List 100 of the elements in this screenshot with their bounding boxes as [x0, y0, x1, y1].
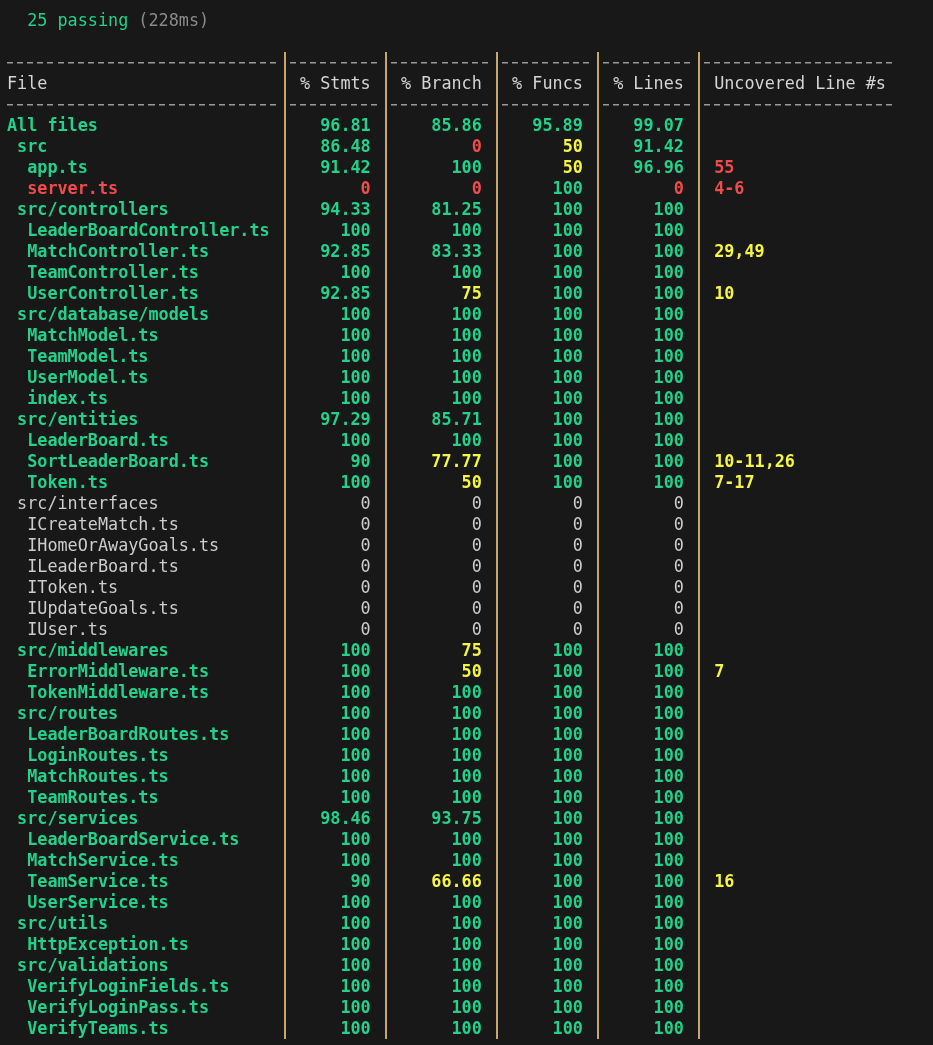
coverage-value: 100 [339, 388, 372, 409]
coverage-value: 100 [450, 787, 483, 808]
coverage-value: 100 [339, 703, 372, 724]
coverage-value: 100 [652, 955, 685, 976]
coverage-value: 100 [652, 661, 685, 682]
file-name: LeaderBoardService.ts [26, 829, 241, 850]
coverage-value: 0 [672, 619, 685, 640]
coverage-value: 100 [450, 955, 483, 976]
coverage-value: 100 [551, 1018, 584, 1039]
coverage-value: 0 [359, 598, 372, 619]
column-header: % Lines [613, 73, 684, 93]
coverage-value: 100 [551, 367, 584, 388]
coverage-value: 50 [561, 157, 584, 178]
coverage-value: 91.42 [319, 157, 372, 178]
file-name: VerifyTeams.ts [26, 1018, 170, 1039]
file-name: UserModel.ts [26, 367, 150, 388]
file-name: IToken.ts [26, 577, 120, 598]
coverage-value: 0 [571, 535, 584, 556]
uncovered-lines: 10-11,26 [714, 451, 795, 471]
coverage-value: 0 [470, 514, 483, 535]
column-header: Uncovered Line #s [714, 73, 886, 93]
file-name: All files [7, 115, 99, 136]
coverage-value: 93.75 [430, 808, 483, 829]
coverage-value: 100 [652, 388, 685, 409]
coverage-value: 66.66 [430, 871, 483, 892]
coverage-value: 100 [339, 262, 372, 283]
coverage-value: 100 [339, 997, 372, 1018]
column-header: % Stmts [299, 73, 371, 93]
coverage-value: 100 [551, 955, 584, 976]
uncovered-lines: 16 [714, 871, 735, 891]
coverage-value: 100 [551, 871, 584, 892]
coverage-value: 100 [551, 304, 584, 325]
uncovered-lines: 4-6 [714, 178, 745, 198]
coverage-value: 99.07 [632, 115, 685, 136]
coverage-value: 0 [672, 178, 685, 199]
coverage-value: 100 [450, 346, 483, 367]
coverage-value: 100 [551, 640, 584, 661]
coverage-value: 100 [450, 682, 483, 703]
file-name: MatchModel.ts [26, 325, 160, 346]
file-name: src/services [16, 808, 140, 829]
coverage-value: 100 [339, 913, 372, 934]
coverage-value: 100 [652, 409, 685, 430]
coverage-value: 100 [551, 787, 584, 808]
coverage-value: 100 [551, 430, 584, 451]
coverage-value: 100 [450, 430, 483, 451]
coverage-value: 100 [450, 745, 483, 766]
coverage-value: 50 [460, 472, 483, 493]
coverage-value: 0 [359, 493, 372, 514]
coverage-value: 100 [652, 1018, 685, 1039]
coverage-value: 100 [551, 472, 584, 493]
coverage-value: 100 [551, 409, 584, 430]
coverage-value: 100 [450, 703, 483, 724]
coverage-value: 100 [652, 997, 685, 1018]
coverage-value: 0 [359, 556, 372, 577]
coverage-value: 0 [359, 535, 372, 556]
coverage-value: 100 [652, 199, 685, 220]
coverage-value: 100 [551, 976, 584, 997]
coverage-value: 0 [672, 535, 685, 556]
coverage-value: 0 [672, 514, 685, 535]
file-name: MatchController.ts [26, 241, 211, 262]
file-name: VerifyLoginFields.ts [26, 976, 231, 997]
file-name: src/utils [16, 913, 110, 934]
coverage-value: 85.71 [430, 409, 483, 430]
coverage-value: 0 [470, 556, 483, 577]
coverage-value: 95.89 [531, 115, 584, 136]
coverage-value: 0 [470, 619, 483, 640]
column-header: % Branch [401, 73, 482, 93]
coverage-value: 100 [652, 262, 685, 283]
uncovered-lines: 29,49 [714, 241, 765, 261]
uncovered-lines: 10 [714, 283, 735, 303]
coverage-value: 90 [349, 871, 372, 892]
coverage-value: 100 [450, 766, 483, 787]
coverage-value: 100 [339, 682, 372, 703]
coverage-value: 100 [652, 472, 685, 493]
coverage-value: 100 [652, 325, 685, 346]
coverage-value: 100 [551, 892, 584, 913]
file-name: src/database/models [16, 304, 211, 325]
coverage-value: 100 [652, 913, 685, 934]
coverage-value: 100 [339, 892, 372, 913]
coverage-value: 100 [652, 346, 685, 367]
duration: (228ms) [138, 10, 210, 30]
uncovered-lines: 7-17 [714, 472, 755, 492]
coverage-value: 100 [551, 682, 584, 703]
coverage-value: 100 [652, 241, 685, 262]
file-name: VerifyLoginPass.ts [26, 997, 211, 1018]
coverage-value: 0 [571, 577, 584, 598]
file-name: src/middlewares [16, 640, 170, 661]
coverage-value: 100 [450, 157, 483, 178]
coverage-value: 100 [551, 283, 584, 304]
file-name: MatchRoutes.ts [26, 766, 170, 787]
coverage-value: 100 [551, 913, 584, 934]
coverage-value: 94.33 [319, 199, 372, 220]
coverage-value: 100 [551, 346, 584, 367]
coverage-value: 100 [652, 283, 685, 304]
coverage-value: 100 [339, 430, 372, 451]
file-name: TeamController.ts [26, 262, 200, 283]
coverage-value: 100 [551, 703, 584, 724]
coverage-value: 91.42 [632, 136, 685, 157]
coverage-value: 100 [339, 1018, 372, 1039]
file-name: IUser.ts [26, 619, 110, 640]
